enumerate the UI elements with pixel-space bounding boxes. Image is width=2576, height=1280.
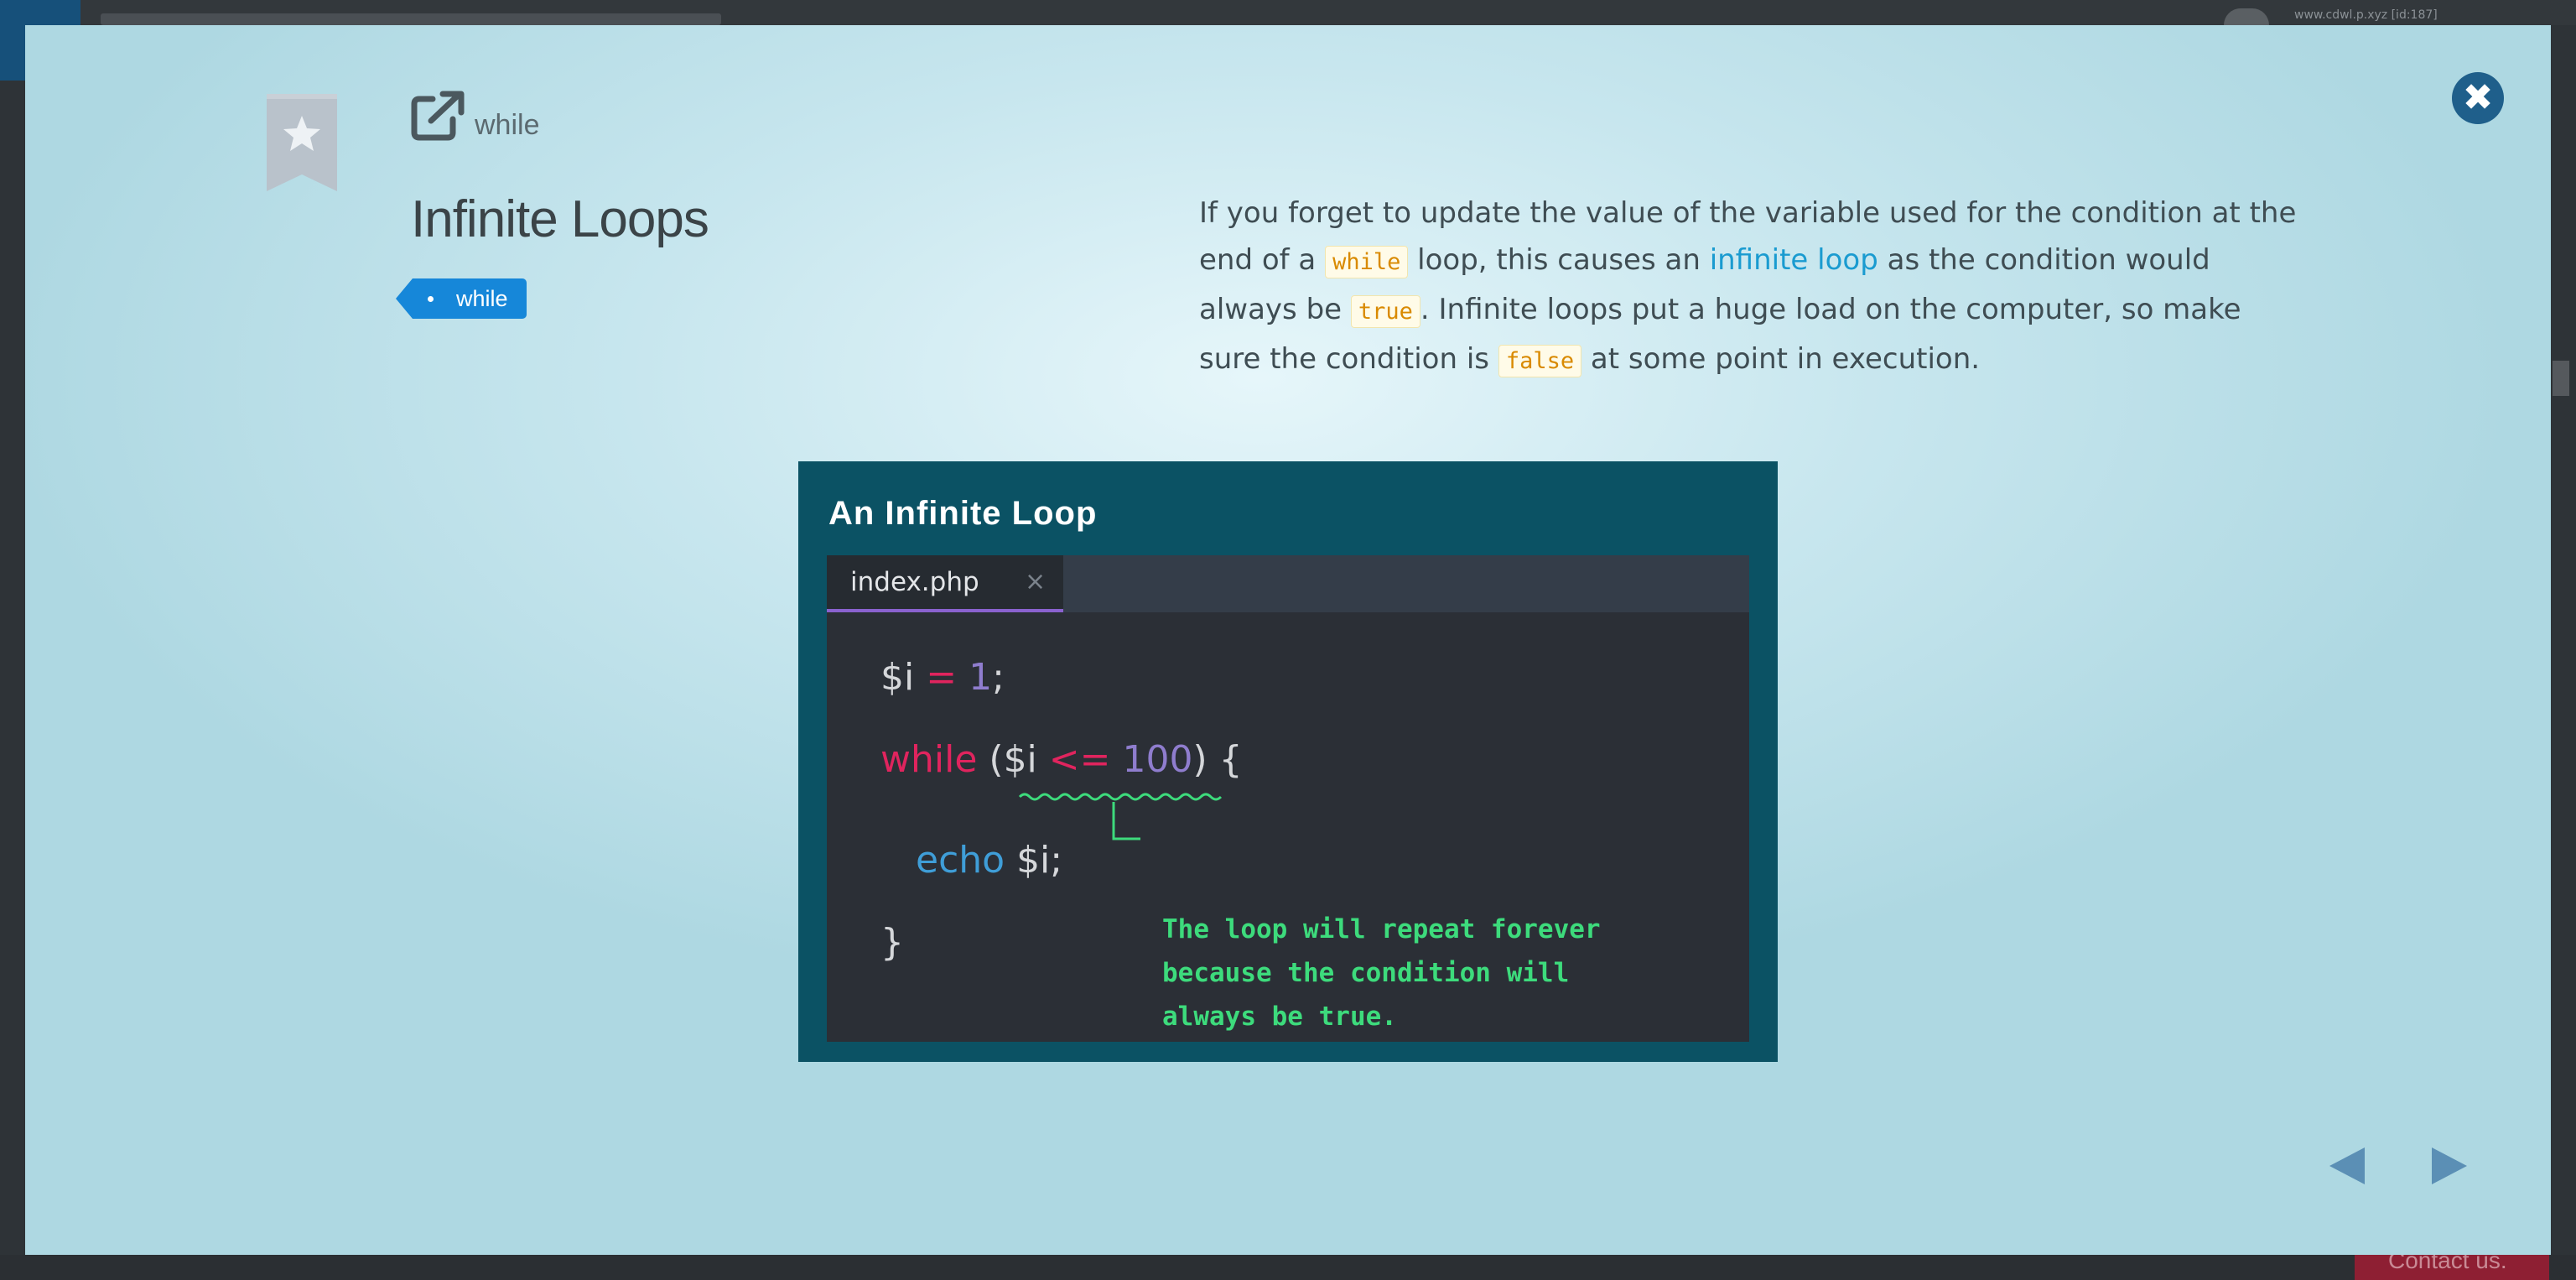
file-tab-name: index.php [850, 567, 979, 597]
code-line-1: $i = 1; [880, 656, 1005, 699]
tag-dot [428, 296, 434, 302]
tag-label: while [456, 286, 508, 311]
previous-arrow-icon [2329, 1147, 2365, 1184]
code-token: <= [1048, 738, 1111, 781]
inline-code-while: while [1325, 246, 1409, 278]
next-arrow-icon [2432, 1147, 2467, 1184]
star-bookmark-icon [267, 94, 337, 191]
close-icon: ✖ [2462, 76, 2494, 119]
annotation-text: The loop will repeat forever because the… [1162, 914, 1601, 1032]
code-token: 100 [1122, 738, 1193, 781]
description-text: If you forget to update the value of the… [1199, 190, 2298, 385]
background-bottom-bar [0, 1255, 2576, 1280]
tag-while[interactable]: while [396, 278, 527, 319]
next-button[interactable] [2423, 1141, 2474, 1191]
code-token: } [880, 921, 904, 964]
file-tab-index-php[interactable]: index.php × [827, 555, 1063, 612]
lesson-modal: ✖ while Infinite Loops while If you forg… [25, 25, 2551, 1255]
annotation-connector [1018, 793, 1223, 840]
code-line-2: while ($i <= 100) { [880, 738, 1243, 781]
code-token: ; [992, 656, 1005, 699]
editor-tab-strip: index.php × [827, 555, 1749, 612]
previous-button[interactable] [2323, 1141, 2373, 1191]
code-token: echo [916, 839, 1005, 882]
background-search-bar [101, 13, 721, 25]
code-line-4: } [880, 921, 904, 964]
illustration-title: An Infinite Loop [828, 495, 1098, 532]
code-token: = [914, 656, 969, 699]
background-scrollbar [2553, 361, 2569, 396]
background-url-text: www.cdwl.p.xyz [id:187] [2294, 8, 2438, 22]
tab-close-icon[interactable]: × [1025, 567, 1046, 596]
external-link[interactable]: while [411, 91, 539, 141]
description-part: loop, this causes an [1408, 243, 1710, 277]
code-token: ( [977, 738, 1004, 781]
code-token: 1 [969, 656, 993, 699]
external-link-icon [411, 91, 465, 141]
code-illustration: An Infinite Loop index.php × $i = 1; whi… [798, 461, 1778, 1062]
external-link-label: while [475, 109, 540, 141]
page-title: Infinite Loops [411, 190, 709, 248]
infinite-loop-link[interactable]: infinite loop [1710, 243, 1878, 277]
code-editor: index.php × $i = 1; while ($i <= 100) { … [827, 555, 1749, 1042]
code-token: $i [1003, 738, 1049, 781]
description-part: at some point in execution. [1581, 342, 1981, 376]
background-avatar [2224, 8, 2269, 25]
close-button[interactable]: ✖ [2452, 72, 2504, 124]
inline-code-true: true [1350, 295, 1420, 328]
bookmark-button[interactable] [267, 94, 337, 191]
code-token: $i [880, 656, 915, 699]
inline-code-false: false [1498, 345, 1582, 377]
code-token: while [880, 738, 978, 781]
code-token: ) { [1192, 738, 1243, 781]
